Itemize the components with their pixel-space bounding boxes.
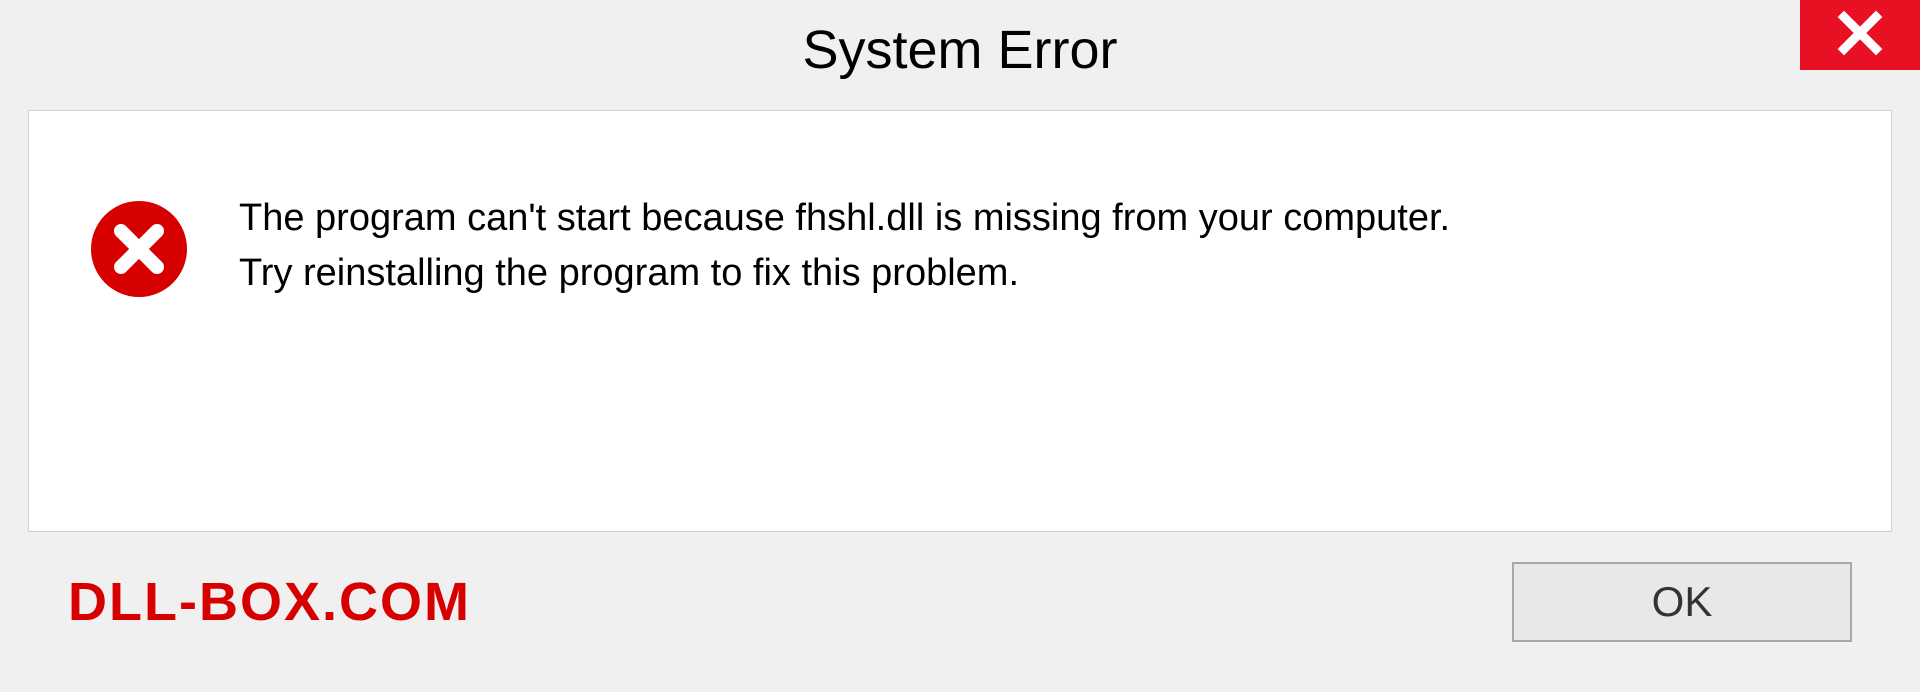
close-icon: [1836, 9, 1884, 62]
watermark-text: DLL-BOX.COM: [68, 571, 471, 633]
dialog-content: The program can't start because fhshl.dl…: [28, 110, 1892, 532]
ok-button-label: OK: [1652, 578, 1713, 626]
message-row: The program can't start because fhshl.dl…: [89, 191, 1831, 301]
close-button[interactable]: [1800, 0, 1920, 70]
error-message-line2: Try reinstalling the program to fix this…: [239, 252, 1019, 294]
dialog-footer: DLL-BOX.COM OK: [28, 532, 1892, 672]
titlebar: System Error: [0, 0, 1920, 100]
error-message: The program can't start because fhshl.dl…: [239, 191, 1450, 301]
window-title: System Error: [802, 19, 1117, 81]
error-message-line1: The program can't start because fhshl.dl…: [239, 197, 1450, 239]
ok-button[interactable]: OK: [1512, 562, 1852, 642]
error-icon: [89, 199, 189, 299]
error-dialog-window: System Error The program can't start bec…: [0, 0, 1920, 692]
